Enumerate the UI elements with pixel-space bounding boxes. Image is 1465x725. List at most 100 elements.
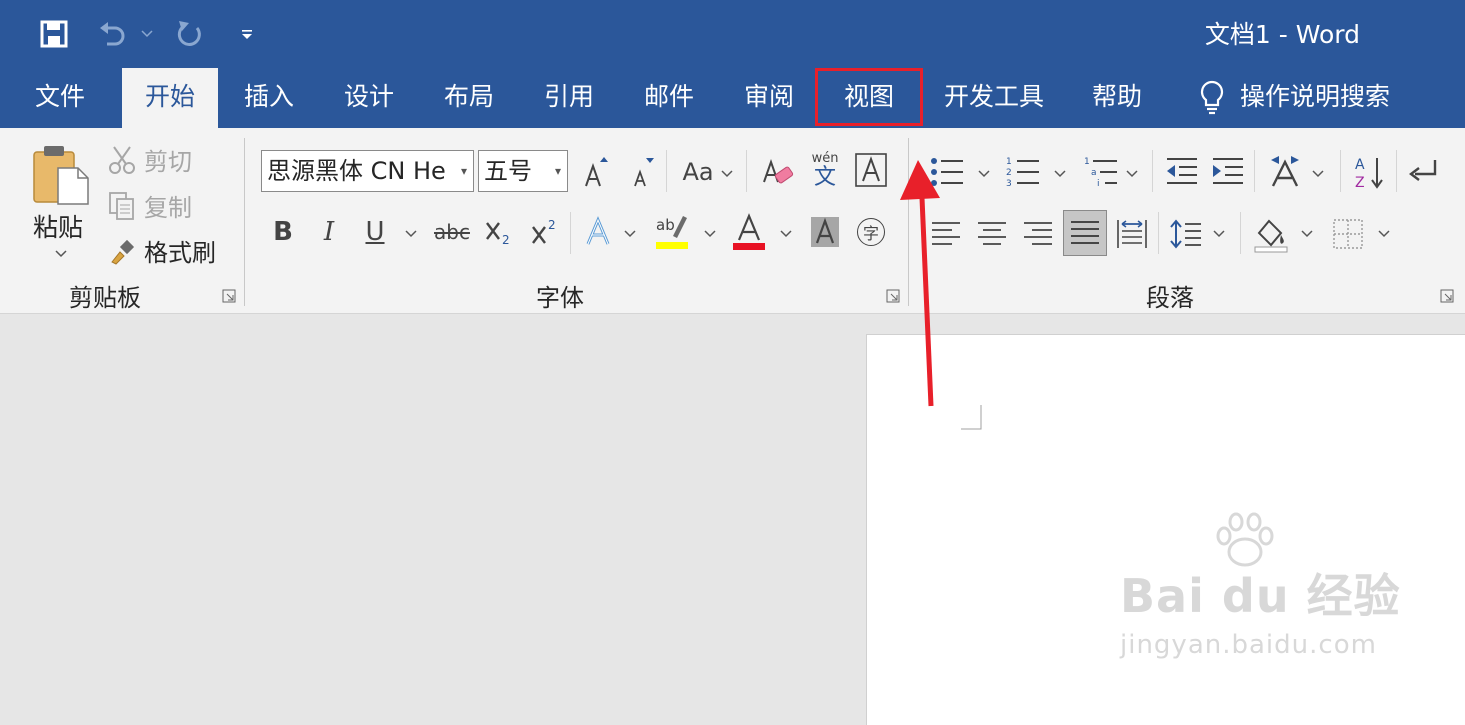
bullets-button[interactable] [928,152,966,192]
align-left-button[interactable] [928,216,964,252]
tell-me-search[interactable]: 操作说明搜索 [1240,66,1402,128]
font-color-dropdown[interactable] [780,226,792,242]
chevron-down-icon [1126,170,1138,178]
multilevel-list-dropdown[interactable] [1126,166,1138,182]
grow-font-button[interactable] [580,152,610,192]
separator [1340,150,1341,192]
borders-button[interactable] [1330,216,1366,252]
superscript-button[interactable]: 2 [530,214,560,250]
line-spacing-dropdown[interactable] [1213,226,1225,242]
tab-insert[interactable]: 插入 [228,66,310,128]
font-size-select[interactable]: 五号 ▾ [478,150,568,192]
asian-layout-button[interactable] [1266,152,1304,192]
show-formatting-marks-button[interactable] [1406,152,1442,192]
borders-icon [1333,219,1363,249]
distributed-button[interactable] [1114,216,1150,252]
text-effects-dropdown[interactable] [624,226,636,242]
font-color-button[interactable] [732,212,766,252]
enclose-characters-icon: 字 [857,218,885,246]
redo-button[interactable] [172,14,208,54]
document-page[interactable] [866,334,1465,725]
text-effects-button[interactable] [582,214,614,250]
chevron-down-icon [141,30,153,38]
paste-button[interactable]: 粘贴 [33,208,83,244]
subscript-button[interactable]: 2 [484,214,514,250]
shading-dropdown[interactable] [1301,226,1313,242]
tab-help[interactable]: 帮助 [1076,66,1158,128]
svg-text:2: 2 [1006,168,1012,178]
tab-review[interactable]: 审阅 [728,66,810,128]
chevron-down-icon [55,250,67,258]
paragraph-launcher[interactable] [1440,288,1454,303]
undo-button[interactable] [94,14,130,54]
ribbon: 粘贴 剪切 复制 格式刷 剪贴板 思源黑体 CN He ▾ 五号 ▾ Aa wé… [0,128,1465,314]
numbering-dropdown[interactable] [1054,166,1066,182]
change-case-dropdown[interactable] [721,166,733,182]
dialog-launcher-icon [222,289,236,303]
clipboard-group-label: 剪贴板 [69,284,141,312]
decrease-indent-button[interactable] [1164,152,1200,192]
tab-view[interactable]: 视图 [815,68,923,126]
tab-mailings[interactable]: 邮件 [628,66,710,128]
bold-button[interactable]: B [268,214,298,250]
shading-button[interactable] [1252,214,1290,254]
separator [746,150,747,192]
tab-layout[interactable]: 布局 [428,66,510,128]
enclose-characters-button[interactable]: 字 [856,216,886,248]
borders-dropdown[interactable] [1378,226,1390,242]
dialog-launcher-icon [1440,289,1454,303]
font-color-icon [733,213,765,250]
highlight-color-button[interactable]: ab [655,212,689,252]
paste-dropdown[interactable] [55,246,67,262]
font-name-select[interactable]: 思源黑体 CN He ▾ [261,150,474,192]
cut-button[interactable]: 剪切 [108,142,192,177]
svg-text:1: 1 [1006,157,1012,167]
multilevel-list-button[interactable]: 1 a i [1082,152,1120,192]
clear-formatting-button[interactable] [760,152,796,192]
customize-qat-button[interactable] [238,14,256,54]
strikethrough-button[interactable]: abc [432,214,472,250]
numbering-button[interactable]: 1 2 3 [1004,152,1042,192]
tab-developer[interactable]: 开发工具 [936,66,1052,128]
change-case-button[interactable]: Aa [678,154,718,190]
sort-button[interactable]: A Z [1352,152,1388,192]
align-right-button[interactable] [1020,216,1056,252]
tab-design[interactable]: 设计 [328,66,410,128]
increase-indent-button[interactable] [1210,152,1246,192]
tab-home[interactable]: 开始 [122,68,218,128]
copy-label: 复制 [144,194,192,222]
watermark: Bai du 经验 jingyan.baidu.com [1120,512,1401,660]
align-center-button[interactable] [974,216,1010,252]
undo-dropdown[interactable] [138,14,156,54]
character-border-button[interactable] [854,152,888,188]
format-painter-button[interactable]: 格式刷 [108,233,216,268]
subscript-icon: 2 [486,222,510,247]
bullets-dropdown[interactable] [978,166,990,182]
tab-file[interactable]: 文件 [18,66,102,128]
line-spacing-icon [1170,219,1201,249]
clipboard-launcher[interactable] [222,288,236,303]
tab-references[interactable]: 引用 [528,66,610,128]
italic-button[interactable]: I [314,214,344,250]
highlight-color-dropdown[interactable] [704,226,716,242]
separator [1152,150,1153,192]
asian-layout-dropdown[interactable] [1312,166,1324,182]
justify-button[interactable] [1063,210,1107,256]
chevron-down-icon [1378,230,1390,238]
shrink-font-icon [634,158,654,187]
undo-icon [100,22,125,46]
paste-icon[interactable] [30,142,90,206]
copy-button[interactable]: 复制 [108,188,192,223]
phonetic-guide-button[interactable]: wén 文 [806,148,844,194]
underline-button[interactable]: U [360,214,390,250]
svg-text:2: 2 [548,218,556,232]
font-launcher[interactable] [886,288,900,303]
distributed-icon [1117,220,1147,248]
save-icon [40,20,68,48]
save-button[interactable] [36,14,72,54]
line-spacing-button[interactable] [1168,216,1204,252]
cut-label: 剪切 [144,148,192,176]
underline-dropdown[interactable] [405,226,417,242]
shrink-font-button[interactable] [628,152,656,192]
character-shading-button[interactable] [810,216,840,248]
